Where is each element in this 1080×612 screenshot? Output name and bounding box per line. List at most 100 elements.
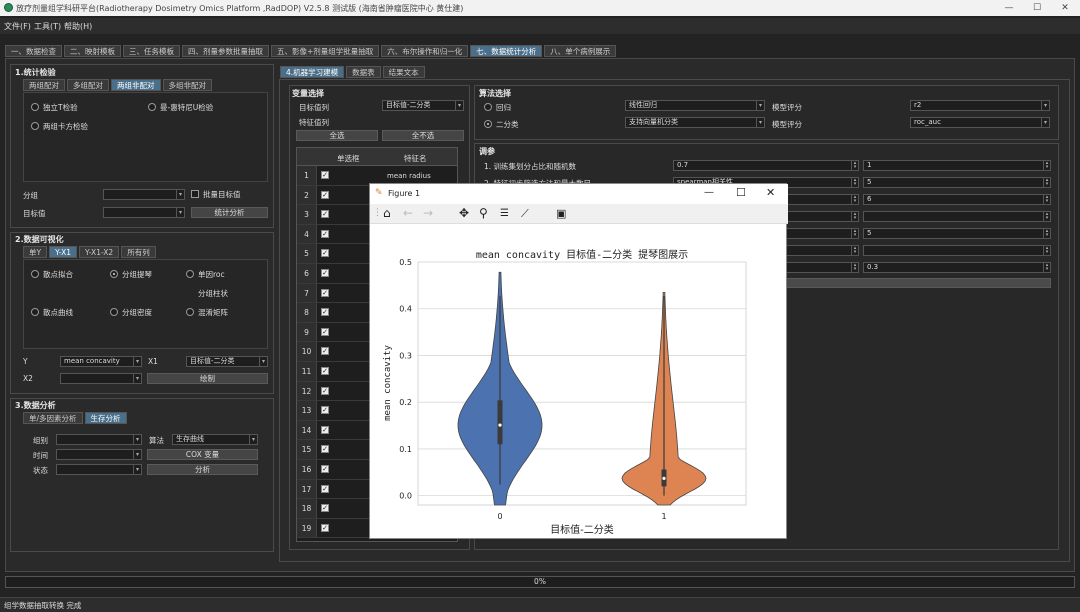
tab-two-unpaired[interactable]: 两组非配对	[111, 79, 161, 91]
spinner-icon[interactable]: ▴ ▾	[851, 161, 858, 170]
tab-multi-paired[interactable]: 多组配对	[67, 79, 109, 91]
tab-single-y[interactable]: 单Y	[23, 246, 48, 258]
spinner-icon[interactable]: ▴ ▾	[1043, 195, 1050, 204]
tab-data-table[interactable]: 数据表	[346, 66, 381, 78]
spinner-icon[interactable]: ▴ ▾	[851, 263, 858, 272]
tab-radiomics[interactable]: 五、影像+剂量组学批量抽取	[271, 45, 380, 57]
maximize-button[interactable]: ☐	[1022, 1, 1052, 15]
stat-analyze-button[interactable]: 统计分析	[191, 207, 268, 218]
tab-boolean[interactable]: 六、布尔操作和归一化	[381, 45, 469, 57]
menu-help[interactable]: 帮助(H)	[64, 21, 92, 32]
spinner-icon[interactable]: ▴ ▾	[1043, 212, 1050, 221]
figure-close-button[interactable]: ✕	[766, 186, 775, 199]
draw-button[interactable]: 绘制	[147, 373, 268, 384]
figure-maximize-button[interactable]: ☐	[736, 186, 746, 199]
spinner-icon[interactable]: ▴ ▾	[851, 229, 858, 238]
menu-tools[interactable]: 工具(T)	[34, 21, 61, 32]
group-select[interactable]: ▾	[103, 189, 185, 200]
param-field[interactable]: 5 ▴ ▾	[863, 177, 1051, 188]
cox-variable-button[interactable]: COX 变量	[147, 449, 258, 460]
select-all-button[interactable]: 全选	[296, 130, 378, 141]
spinner-icon[interactable]: ▴ ▾	[1043, 178, 1050, 187]
row-checkbox[interactable]: ✓	[321, 347, 329, 356]
row-checkbox[interactable]: ✓	[321, 229, 329, 238]
x2-select[interactable]: ▾	[60, 373, 142, 384]
row-checkbox[interactable]: ✓	[321, 210, 329, 219]
tab-y-x1-x2[interactable]: Y-X1-X2	[79, 246, 120, 258]
tab-statistics[interactable]: 七、数据统计分析	[470, 45, 543, 57]
figure-minimize-button[interactable]: —	[704, 187, 714, 198]
chi-square-radio[interactable]	[31, 122, 39, 130]
row-checkbox[interactable]: ✓	[321, 288, 329, 297]
binary-model-select[interactable]: 支持向量机分类 ▾	[625, 117, 765, 128]
spinner-icon[interactable]: ▴ ▾	[851, 178, 858, 187]
select-none-button[interactable]: 全不选	[382, 130, 464, 141]
tab-factor-analysis[interactable]: 单/多因素分析	[23, 412, 83, 424]
batch-target-checkbox[interactable]	[191, 190, 199, 198]
tab-task-template[interactable]: 三、任务模板	[123, 45, 180, 57]
tab-survival-analysis[interactable]: 生存分析	[84, 412, 127, 424]
confusion-matrix-radio[interactable]	[186, 308, 194, 316]
spinner-icon[interactable]: ▴ ▾	[1043, 229, 1050, 238]
spinner-icon[interactable]: ▴ ▾	[1043, 263, 1050, 272]
spinner-icon[interactable]: ▴ ▾	[851, 212, 858, 221]
close-button[interactable]: ✕	[1050, 1, 1080, 15]
survival-analyze-button[interactable]: 分析	[147, 464, 258, 475]
tab-result-text[interactable]: 结果文本	[382, 66, 425, 78]
zoom-icon[interactable]: ⚲	[479, 207, 488, 220]
tab-y-x1[interactable]: Y-X1	[49, 246, 78, 258]
param-field[interactable]: ▴ ▾	[863, 211, 1051, 222]
t-test-radio[interactable]	[31, 103, 39, 111]
row-checkbox[interactable]: ✓	[321, 386, 329, 395]
row-checkbox[interactable]: ✓	[321, 327, 329, 336]
algo-select[interactable]: 生存曲线 ▾	[172, 434, 258, 445]
menu-file[interactable]: 文件(F)	[4, 21, 31, 32]
tab-single-case[interactable]: 八、单个病例展示	[544, 45, 617, 57]
tab-data-check[interactable]: 一、数据检查	[5, 45, 62, 57]
param-field[interactable]: 0.7 ▴ ▾	[673, 160, 859, 171]
binary-radio[interactable]	[484, 120, 492, 128]
tab-two-paired[interactable]: 两组配对	[23, 79, 65, 91]
param-field[interactable]: 6 ▴ ▾	[863, 194, 1051, 205]
target-select[interactable]: ▾	[103, 207, 185, 218]
tab-all-columns[interactable]: 所有列	[121, 246, 156, 258]
spinner-icon[interactable]: ▴ ▾	[851, 195, 858, 204]
tab-dose-params[interactable]: 四、剂量参数批量抽取	[182, 45, 269, 57]
scatter-fit-radio[interactable]	[31, 270, 39, 278]
tab-multi-unpaired[interactable]: 多组非配对	[162, 79, 212, 91]
regression-radio[interactable]	[484, 103, 492, 111]
target-col-select[interactable]: 目标值-二分类 ▾	[382, 100, 464, 111]
param-field[interactable]: 5 ▴ ▾	[863, 228, 1051, 239]
back-icon[interactable]: ←	[403, 207, 413, 220]
row-checkbox[interactable]: ✓	[321, 367, 329, 375]
configure-icon[interactable]: ☰	[500, 207, 509, 220]
regression-model-select[interactable]: 线性回归 ▾	[625, 100, 765, 111]
param-field[interactable]: 1 ▴ ▾	[863, 160, 1051, 171]
home-icon[interactable]: ⌂	[383, 207, 391, 220]
tab-ml-modeling[interactable]: 4.机器学习建模	[280, 66, 345, 78]
row-checkbox[interactable]: ✓	[321, 171, 329, 179]
row-checkbox[interactable]: ✓	[321, 249, 329, 258]
binary-score-select[interactable]: roc_auc ▾	[910, 117, 1050, 128]
cohort-select[interactable]: ▾	[56, 434, 142, 445]
time-select[interactable]: ▾	[56, 449, 142, 460]
spinner-icon[interactable]: ▴ ▾	[851, 246, 858, 255]
row-checkbox[interactable]: ✓	[321, 308, 329, 317]
tab-mapping-template[interactable]: 二、映射模板	[64, 45, 121, 57]
y-select[interactable]: mean concavity ▾	[60, 356, 142, 367]
row-checkbox[interactable]: ✓	[321, 190, 329, 199]
row-checkbox[interactable]: ✓	[321, 425, 329, 434]
state-select[interactable]: ▾	[56, 464, 142, 475]
scatter-curve-radio[interactable]	[31, 308, 39, 316]
param-field[interactable]: ▴ ▾	[863, 245, 1051, 256]
group-violin-radio[interactable]	[110, 270, 118, 278]
edit-axis-icon[interactable]: ⟋	[521, 207, 529, 220]
group-density-radio[interactable]	[110, 308, 118, 316]
row-checkbox[interactable]: ✓	[321, 504, 329, 513]
spinner-icon[interactable]: ▴ ▾	[1043, 161, 1050, 170]
row-checkbox[interactable]: ✓	[321, 269, 329, 277]
save-icon[interactable]: ▣	[556, 207, 566, 220]
pan-icon[interactable]: ✥	[459, 207, 469, 220]
mann-whitney-radio[interactable]	[148, 103, 156, 111]
forward-icon[interactable]: →	[423, 207, 433, 220]
